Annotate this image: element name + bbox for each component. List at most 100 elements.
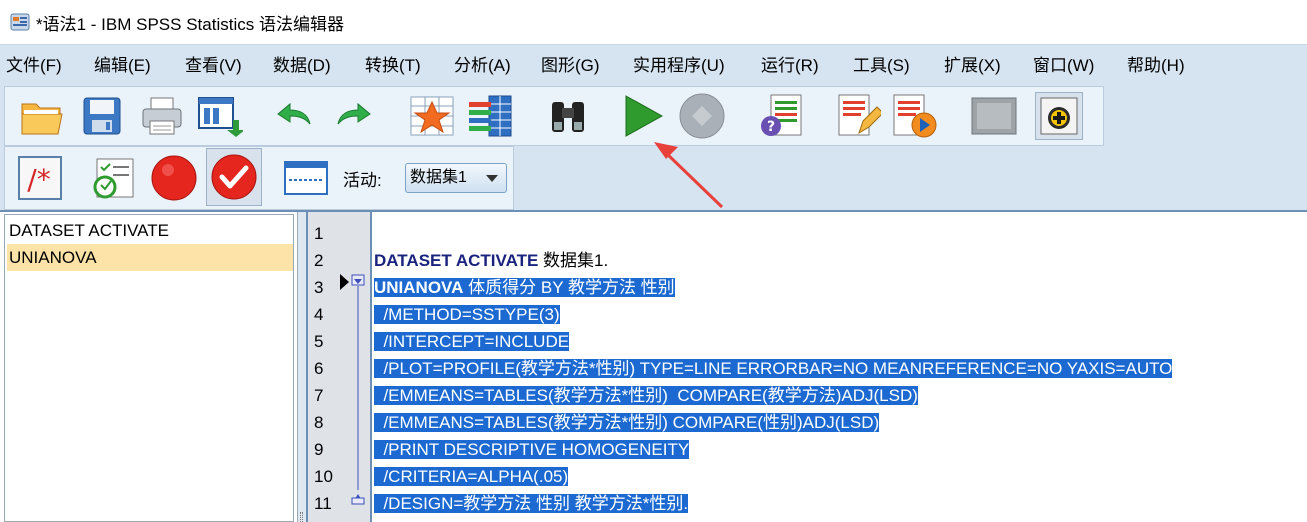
code-line-8: /EMMEANS=TABLES(教学方法*性别) COMPARE(性别)ADJ(…: [374, 409, 880, 436]
run-button[interactable]: [618, 92, 666, 140]
recall-dialog-button[interactable]: [196, 92, 244, 140]
code-line-4: /METHOD=SSTYPE(3): [374, 301, 560, 328]
menu-file[interactable]: 文件(F): [6, 45, 62, 87]
line-number: 10: [314, 467, 333, 486]
svg-text:/*: /*: [27, 163, 50, 196]
print-button[interactable]: [138, 92, 186, 140]
data-list-button[interactable]: [466, 92, 514, 140]
code-text: 数据集1.: [538, 251, 609, 270]
variables-button[interactable]: [408, 92, 456, 140]
stop-button[interactable]: [678, 92, 726, 140]
menu-graphs[interactable]: 图形(G): [541, 45, 600, 87]
menu-utilities[interactable]: 实用程序(U): [633, 45, 725, 87]
redo-button[interactable]: [330, 92, 378, 140]
code-line-9: /PRINT DESCRIPTIVE HOMOGENEITY: [374, 436, 690, 463]
redo-icon: [337, 102, 371, 125]
syntax-navigator: DATASET ACTIVATE UNIANOVA: [0, 212, 298, 522]
line-number: 2: [314, 251, 324, 270]
recall-dialog-icon: [198, 97, 243, 137]
menu-help[interactable]: 帮助(H): [1127, 45, 1185, 87]
code-line-11: /DESIGN=教学方法 性别 教学方法*性别.: [374, 490, 689, 517]
code-keyword: DATASET ACTIVATE: [374, 251, 539, 270]
navigator-list: DATASET ACTIVATE UNIANOVA: [4, 214, 294, 522]
save-icon: [83, 97, 121, 135]
code-text: /PLOT=PROFILE(教学方法*性别) TYPE=LINE ERRORBA…: [374, 359, 1173, 378]
line-number: 9: [314, 440, 324, 459]
undo-icon: [277, 102, 311, 125]
syntax-toolbar: /*: [0, 146, 1307, 212]
line-number: 3: [314, 278, 324, 297]
menu-analyze[interactable]: 分析(A): [454, 45, 511, 87]
gray-box-icon: [971, 97, 1017, 135]
comment-icon: /*: [18, 156, 62, 200]
menu-view[interactable]: 查看(V): [185, 45, 242, 87]
syntax-help-button[interactable]: ?: [758, 92, 806, 140]
active-dataset-value: 数据集1: [410, 169, 467, 186]
code-line-2: DATASET ACTIVATE 数据集1.: [374, 247, 608, 274]
find-button[interactable]: [544, 92, 592, 140]
gray-box-button[interactable]: [970, 92, 1018, 140]
execution-pointer-icon: [340, 274, 349, 290]
active-dataset-select[interactable]: 数据集1: [405, 163, 507, 193]
open-folder-icon: [21, 103, 63, 135]
code-line-10: /CRITERIA=ALPHA(.05): [374, 463, 569, 490]
svg-text:?: ?: [767, 119, 775, 135]
line-number: 6: [314, 359, 324, 378]
code-keyword: UNIANOVA: [374, 278, 464, 297]
edit-script-icon: [838, 94, 881, 136]
check-button[interactable]: [206, 148, 262, 206]
save-button[interactable]: [78, 92, 126, 140]
format-button[interactable]: [282, 154, 330, 202]
code-text: /METHOD=SSTYPE(3): [374, 305, 560, 324]
record-button[interactable]: [150, 154, 198, 202]
play-script-button[interactable]: [890, 92, 938, 140]
navigator-item-unianova[interactable]: UNIANOVA: [7, 244, 293, 271]
main-toolbar: ?: [0, 86, 1307, 146]
splitter-grip[interactable]: [300, 512, 303, 522]
add-extension-button[interactable]: [1035, 92, 1083, 140]
validate-button[interactable]: [90, 154, 138, 202]
navigator-item-dataset-activate[interactable]: DATASET ACTIVATE: [7, 217, 293, 244]
syntax-editor[interactable]: DATASET ACTIVATE 数据集1. UNIANOVA 体质得分 BY …: [372, 212, 1307, 522]
open-button[interactable]: [18, 92, 66, 140]
print-icon: [142, 97, 182, 135]
menu-tools[interactable]: 工具(S): [853, 45, 910, 87]
menu-data[interactable]: 数据(D): [273, 45, 331, 87]
code-text: /EMMEANS=TABLES(教学方法*性别) COMPARE(性别)ADJ(…: [374, 413, 880, 432]
code-line-6: /PLOT=PROFILE(教学方法*性别) TYPE=LINE ERRORBA…: [374, 355, 1173, 382]
menu-extensions[interactable]: 扩展(X): [944, 45, 1001, 87]
stop-icon: [679, 93, 725, 139]
code-line-3: UNIANOVA 体质得分 BY 教学方法 性别: [374, 274, 675, 301]
check-icon: [211, 154, 257, 200]
code-text: /CRITERIA=ALPHA(.05): [374, 467, 569, 486]
fold-end-icon[interactable]: [351, 494, 365, 505]
syntax-help-icon: ?: [761, 94, 802, 136]
code-text: /PRINT DESCRIPTIVE HOMOGENEITY: [374, 440, 690, 459]
edit-script-button[interactable]: [834, 92, 882, 140]
format-icon: [284, 161, 328, 195]
code-line-7: /EMMEANS=TABLES(教学方法*性别) COMPARE(教学方法)AD…: [374, 382, 918, 409]
find-binoculars-icon: [552, 102, 584, 132]
code-text: /DESIGN=教学方法 性别 教学方法*性别.: [374, 494, 689, 513]
menu-window[interactable]: 窗口(W): [1033, 45, 1094, 87]
menu-bar: 文件(F) 编辑(E) 查看(V) 数据(D) 转换(T) 分析(A) 图形(G…: [0, 44, 1307, 86]
title-bar: *语法1 - IBM SPSS Statistics 语法编辑器: [0, 0, 1307, 44]
code-text: 体质得分 BY 教学方法 性别: [463, 278, 675, 297]
active-dataset-label: 活动:: [343, 171, 382, 190]
menu-edit[interactable]: 编辑(E): [94, 45, 151, 87]
menu-run[interactable]: 运行(R): [761, 45, 819, 87]
undo-button[interactable]: [270, 92, 318, 140]
chevron-down-icon: [486, 175, 498, 182]
run-icon: [625, 95, 664, 137]
pane-splitter[interactable]: [298, 212, 306, 522]
line-number: 1: [314, 224, 324, 243]
fold-start-icon[interactable]: [351, 274, 365, 286]
menu-transform[interactable]: 转换(T): [365, 45, 421, 87]
add-extension-icon: [1040, 97, 1078, 135]
line-number: 7: [314, 386, 324, 405]
line-number: 5: [314, 332, 324, 351]
line-number: 11: [314, 494, 332, 513]
comment-button[interactable]: /*: [16, 154, 64, 202]
data-list-icon: [469, 95, 512, 137]
line-number: 4: [314, 305, 324, 324]
